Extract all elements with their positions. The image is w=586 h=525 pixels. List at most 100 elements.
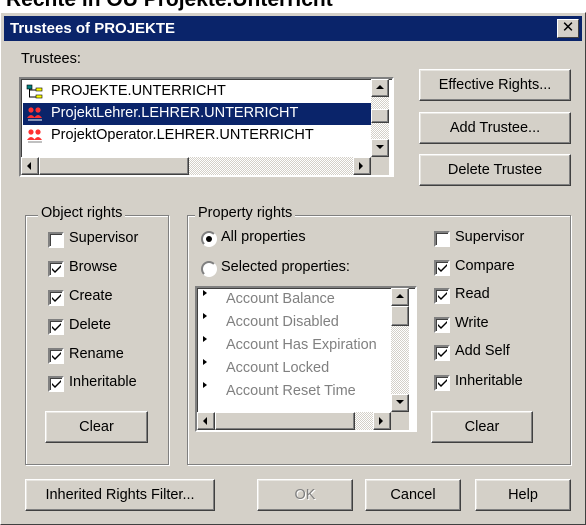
property-compare-label[interactable]: Compare: [455, 258, 515, 274]
property-inheritable-checkbox[interactable]: [434, 375, 450, 391]
expand-icon: [203, 336, 207, 342]
cancel-button[interactable]: Cancel: [365, 479, 461, 511]
group-icon: [27, 129, 42, 143]
org-unit-icon: [26, 84, 43, 99]
arrow-down-icon: [396, 400, 404, 404]
object-supervisor-label[interactable]: Supervisor: [69, 230, 138, 246]
checkmark-icon: [438, 292, 447, 300]
dialog-title: Trustees of PROJEKTE: [10, 20, 176, 37]
checkmark-icon: [52, 352, 61, 360]
arrow-up-icon: [396, 294, 404, 298]
group-icon: [27, 107, 42, 121]
trustees-scroll-thumb[interactable]: [371, 109, 389, 123]
help-button[interactable]: Help: [475, 479, 571, 511]
object-supervisor-checkbox[interactable]: [48, 232, 64, 248]
all-properties-label[interactable]: All properties: [221, 229, 306, 245]
scroll-corner: [391, 412, 409, 430]
trustees-scroll-right-button[interactable]: [353, 157, 371, 175]
property-read-checkbox[interactable]: [434, 288, 450, 304]
object-rights-title: Object rights: [38, 205, 126, 221]
object-rights-clear-button[interactable]: Clear: [45, 411, 148, 443]
arrow-up-icon: [376, 85, 384, 89]
object-inheritable-label[interactable]: Inheritable: [69, 374, 137, 390]
arrow-right-icon: [359, 162, 363, 170]
ok-button[interactable]: OK: [257, 479, 353, 511]
checkmark-icon: [52, 294, 61, 302]
properties-hscroll-thumb[interactable]: [215, 412, 355, 430]
property-write-checkbox[interactable]: [434, 317, 450, 333]
selected-properties-label[interactable]: Selected properties:: [221, 259, 350, 275]
object-delete-label[interactable]: Delete: [69, 317, 111, 333]
trustees-scroll-down-button[interactable]: [371, 139, 389, 157]
property-name: Account Balance: [226, 291, 335, 307]
trustee-name: ProjektOperator.LEHRER.UNTERRICHT: [51, 127, 314, 143]
property-rights-title: Property rights: [195, 205, 296, 221]
expand-icon: [203, 359, 207, 365]
object-rename-checkbox[interactable]: [48, 348, 64, 364]
property-item[interactable]: Account Reset Time: [201, 380, 387, 402]
checkmark-icon: [52, 323, 61, 331]
scroll-corner: [371, 157, 389, 175]
object-rename-label[interactable]: Rename: [69, 346, 124, 362]
properties-scroll-right-button[interactable]: [373, 412, 391, 430]
effective-rights-button[interactable]: Effective Rights...: [419, 69, 571, 101]
checkmark-icon: [52, 380, 61, 388]
add-trustee-button[interactable]: Add Trustee...: [419, 112, 571, 144]
property-inheritable-label[interactable]: Inheritable: [455, 373, 523, 389]
property-name: Account Reset Time: [226, 383, 356, 399]
trustees-list[interactable]: PROJEKTE.UNTERRICHT ProjektLehrer.LEHRER…: [19, 77, 394, 177]
object-delete-checkbox[interactable]: [48, 319, 64, 335]
selected-properties-radio[interactable]: [201, 261, 217, 277]
object-browse-label[interactable]: Browse: [69, 259, 117, 275]
object-create-checkbox[interactable]: [48, 290, 64, 306]
properties-scroll-thumb[interactable]: [391, 306, 409, 326]
property-add-self-checkbox[interactable]: [434, 345, 450, 361]
checkmark-icon: [438, 321, 447, 329]
property-item[interactable]: Account Disabled: [201, 311, 387, 333]
trustees-scroll-up-button[interactable]: [371, 79, 389, 97]
arrow-left-icon: [203, 417, 207, 425]
checkmark-icon: [52, 265, 61, 273]
properties-list[interactable]: Account Balance Account Disabled Account…: [195, 286, 417, 432]
checkmark-icon: [438, 349, 447, 357]
dialog-titlebar: Trustees of PROJEKTE ✕: [4, 16, 582, 41]
expand-icon: [203, 290, 207, 296]
radio-dot-icon: [206, 236, 212, 242]
property-name: Account Disabled: [226, 314, 339, 330]
property-item[interactable]: Account Has Expiration: [201, 334, 387, 356]
close-icon: ✕: [561, 19, 575, 36]
object-create-label[interactable]: Create: [69, 288, 113, 304]
property-write-label[interactable]: Write: [455, 315, 489, 331]
properties-scroll-left-button[interactable]: [197, 412, 215, 430]
property-name: Account Has Expiration: [226, 337, 377, 353]
all-properties-radio[interactable]: [201, 231, 217, 247]
delete-trustee-button[interactable]: Delete Trustee: [419, 154, 571, 186]
trustee-item-projektoperator[interactable]: ProjektOperator.LEHRER.UNTERRICHT: [23, 125, 371, 147]
inherited-rights-filter-button[interactable]: Inherited Rights Filter...: [25, 479, 215, 511]
properties-scroll-down-button[interactable]: [391, 394, 409, 412]
property-item[interactable]: Account Balance: [201, 288, 387, 310]
property-add-self-label[interactable]: Add Self: [455, 343, 510, 359]
trustee-name: PROJEKTE.UNTERRICHT: [51, 83, 226, 99]
arrow-left-icon: [27, 162, 31, 170]
trustees-scroll-left-button[interactable]: [21, 157, 39, 175]
trustees-hscroll-thumb[interactable]: [39, 157, 189, 175]
property-compare-checkbox[interactable]: [434, 260, 450, 276]
expand-icon: [203, 313, 207, 319]
trustee-item-projektlehrer[interactable]: ProjektLehrer.LEHRER.UNTERRICHT: [23, 103, 371, 125]
object-inheritable-checkbox[interactable]: [48, 376, 64, 392]
checkmark-icon: [438, 264, 447, 272]
property-read-label[interactable]: Read: [455, 286, 490, 302]
properties-scroll-up-button[interactable]: [391, 288, 409, 306]
trustee-item-projekte[interactable]: PROJEKTE.UNTERRICHT: [23, 81, 371, 103]
close-button[interactable]: ✕: [557, 19, 579, 38]
trustees-dialog: Trustees of PROJEKTE ✕ Trustees: PROJEKT…: [0, 12, 586, 525]
page-heading: Rechte in OU Projekte.Unterricht: [6, 0, 333, 11]
property-item[interactable]: Account Locked: [201, 357, 387, 379]
property-rights-clear-button[interactable]: Clear: [431, 411, 533, 443]
object-browse-checkbox[interactable]: [48, 261, 64, 277]
trustee-name: ProjektLehrer.LEHRER.UNTERRICHT: [51, 105, 299, 121]
property-supervisor-label[interactable]: Supervisor: [455, 229, 524, 245]
checkmark-icon: [438, 379, 447, 387]
property-supervisor-checkbox[interactable]: [434, 231, 450, 247]
